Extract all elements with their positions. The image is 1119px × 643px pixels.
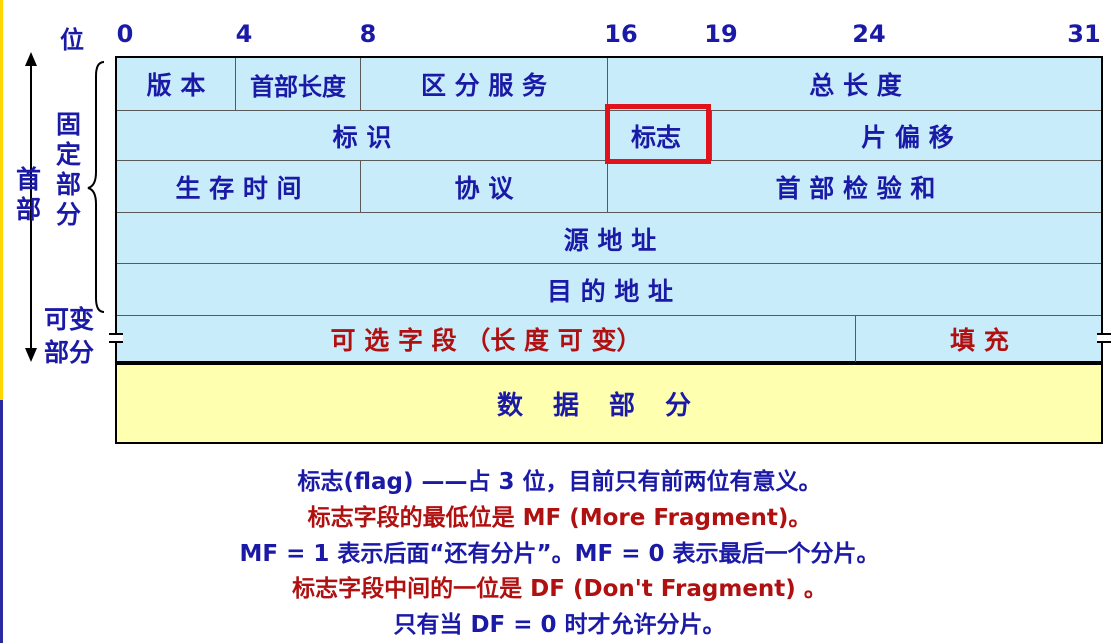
bit-0: 0 xyxy=(116,20,134,48)
field-checksum: 首 部 检 验 和 xyxy=(775,174,936,203)
header-row-5: 目 的 地 址 xyxy=(117,263,1101,316)
arrow-up-icon xyxy=(25,52,37,66)
note-4: 标志字段中间的一位是 DF (Don't Fragment) 。 xyxy=(292,576,827,602)
field-ttl: 生 存 时 间 xyxy=(175,174,302,203)
break-mark-right xyxy=(1097,333,1111,343)
brace-icon xyxy=(87,61,105,313)
field-diff-services: 区 分 服 务 xyxy=(420,71,548,100)
field-options: 可 选 字 段 （长 度 可 变） xyxy=(330,326,642,355)
side-label-variable-1: 可变 xyxy=(44,305,95,334)
field-source-address: 源 地 址 xyxy=(563,225,657,255)
field-total-length: 总 长 度 xyxy=(809,71,902,100)
header-row-4: 源 地 址 xyxy=(117,212,1101,264)
break-mark-left xyxy=(109,333,123,343)
field-identification: 标 识 xyxy=(332,123,392,152)
field-padding: 填 充 xyxy=(950,326,1009,355)
side-label-variable-2: 部分 xyxy=(44,338,95,367)
side-label-fixed: 固定部分 xyxy=(56,110,82,229)
note-1: 标志(flag) ——占 3 位，目前只有前两位有意义。 xyxy=(297,469,822,495)
note-3: MF = 1 表示后面“还有分片”。MF = 0 表示最后一个分片。 xyxy=(239,541,880,567)
field-header-length: 首部长度 xyxy=(250,72,346,101)
note-5: 只有当 DF = 0 时才允许分片。 xyxy=(393,612,726,638)
bit-4: 4 xyxy=(235,20,253,48)
header-row-1: 版 本 首部长度 区 分 服 务 总 长 度 xyxy=(117,58,1101,110)
ip-header-table: 版 本 首部长度 区 分 服 务 总 长 度 标 识 标志 片 偏 移 生 存 … xyxy=(115,56,1103,363)
flag-highlight-box xyxy=(605,104,711,164)
note-2: 标志字段的最低位是 MF (More Fragment)。 xyxy=(307,505,812,531)
bit-31: 31 xyxy=(1067,20,1101,48)
header-row-6: 可 选 字 段 （长 度 可 变） 填 充 xyxy=(117,315,1101,362)
header-row-3: 生 存 时 间 协 议 首 部 检 验 和 xyxy=(117,160,1101,213)
bit-19: 19 xyxy=(704,20,738,48)
bit-16: 16 xyxy=(604,20,638,48)
field-destination-address: 目 的 地 址 xyxy=(546,277,674,306)
field-fragment-offset: 片 偏 移 xyxy=(861,123,954,152)
field-version: 版 本 xyxy=(146,71,206,100)
bit-label: 位 xyxy=(60,26,84,54)
field-protocol: 协 议 xyxy=(454,174,514,203)
side-label-header: 首部 xyxy=(16,165,42,224)
bit-8: 8 xyxy=(359,20,377,48)
bit-24: 24 xyxy=(852,20,886,48)
arrow-down-icon xyxy=(25,348,37,362)
data-part: 数据部分 xyxy=(115,363,1103,444)
